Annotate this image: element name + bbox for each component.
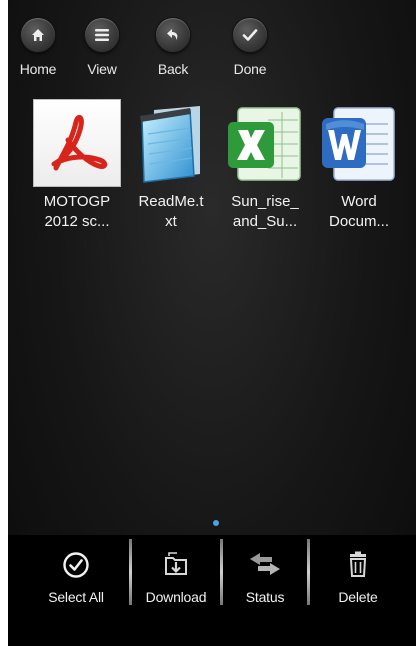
delete-button[interactable]: Delete — [312, 535, 404, 646]
select-all-check-icon — [62, 551, 90, 584]
divider — [129, 539, 132, 605]
page-indicator-dot — [213, 520, 219, 526]
back-button[interactable]: Back — [136, 12, 210, 77]
delete-label: Delete — [338, 589, 378, 605]
download-icon — [163, 551, 189, 582]
bottom-action-bar: Select All Download Status Delete — [8, 535, 416, 646]
file-name: Word Docum... — [328, 193, 389, 230]
list-icon — [85, 18, 119, 52]
text-file-icon — [128, 100, 214, 186]
select-all-button[interactable]: Select All — [26, 535, 126, 646]
status-arrows-icon — [248, 551, 282, 582]
file-item-word[interactable]: Word Docum... — [312, 100, 406, 232]
file-name: ReadMe.t xt — [138, 193, 204, 230]
app-screen: Home View Back Done MOTOGP 2012 sc... Re… — [8, 0, 416, 646]
done-label: Done — [233, 61, 267, 77]
top-toolbar: Home View Back Done — [8, 12, 308, 92]
done-button[interactable]: Done — [213, 12, 287, 77]
excel-file-icon — [222, 100, 308, 186]
select-all-label: Select All — [48, 589, 104, 605]
pdf-file-icon — [34, 100, 120, 186]
home-icon — [21, 18, 55, 52]
file-item-text[interactable]: ReadMe.t xt — [124, 100, 218, 232]
file-name: MOTOGP 2012 sc... — [43, 193, 111, 230]
file-item-pdf[interactable]: MOTOGP 2012 sc... — [30, 100, 124, 232]
file-item-excel[interactable]: Sun_rise_ and_Su... — [218, 100, 312, 232]
divider — [220, 539, 223, 605]
view-button[interactable]: View — [65, 12, 139, 77]
trash-icon — [347, 551, 369, 582]
view-label: View — [87, 61, 117, 77]
word-file-icon — [316, 100, 402, 186]
download-button[interactable]: Download — [134, 535, 218, 646]
file-grid: MOTOGP 2012 sc... ReadMe.t xt Sun_rise_ … — [30, 100, 416, 270]
back-arrow-icon — [156, 18, 190, 52]
checkmark-icon — [233, 18, 267, 52]
file-name: Sun_rise_ and_Su... — [231, 193, 299, 230]
divider — [307, 539, 310, 605]
back-label: Back — [157, 61, 189, 77]
status-label: Status — [245, 589, 285, 605]
download-label: Download — [145, 589, 207, 605]
status-button[interactable]: Status — [224, 535, 306, 646]
